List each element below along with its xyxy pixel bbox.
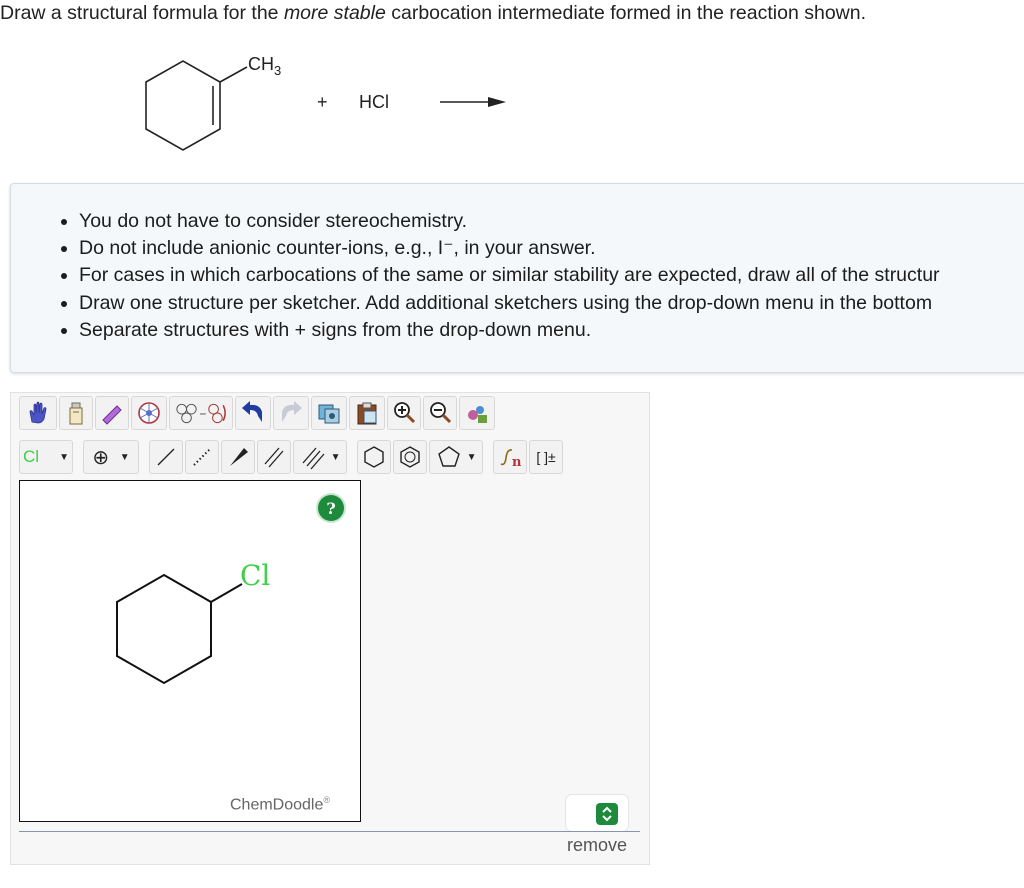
brand-name: ChemDoodle [230,796,324,814]
registered-mark: ® [323,795,331,805]
methylcyclohexene-structure [145,60,248,151]
cleanup-tool-button[interactable] [169,396,233,430]
instructions-list: You do not have to consider stereochemis… [11,208,940,344]
pan-tool-button[interactable] [19,396,57,430]
chevron-down-icon: ▼ [119,451,130,463]
toolbar-row-bottom: Cl ▼ ⊕ ▼ ▼ ▼ n []± [19,440,563,476]
undo-button[interactable] [235,396,271,430]
select-chevrons-icon [596,803,618,825]
zoom-out-icon [430,402,452,424]
cyclohexane-icon [364,446,384,468]
single-bond-button[interactable] [149,440,183,474]
cyclopentane-icon [437,446,460,467]
instruction-item: Draw one structure per sketcher. Add add… [79,290,940,317]
tools-icon [468,406,487,423]
chemdoodle-brand: ChemDoodle® [230,795,330,814]
ring-dropdown[interactable]: ▼ [429,440,483,474]
hand-icon [29,401,47,424]
reaction-scheme: CH3 + HCl [0,40,560,170]
settings-button[interactable] [459,396,495,430]
charge-dropdown[interactable]: ⊕ ▼ [83,440,139,474]
template-wheel-icon [138,402,160,424]
redo-button[interactable] [273,396,309,430]
clipboard-icon [357,402,377,425]
chlorine-atom-label[interactable]: Cl [240,559,270,592]
benzene-button[interactable] [393,440,427,474]
clear-can-icon [69,402,83,425]
cleanup-icon [176,403,226,424]
plus-sign: + [317,92,328,112]
bracket-charge-label: [ ]± [536,449,556,465]
question-text: Draw a structural formula for the more s… [0,1,1024,25]
eraser-tool-button[interactable] [95,396,129,430]
instructions-panel: You do not have to consider stereochemis… [10,183,1024,373]
instruction-item: Do not include anionic counter-ions, e.g… [79,235,940,262]
reagent-label: HCl [359,92,389,112]
sketcher-panel: Cl ▼ ⊕ ▼ ▼ ▼ n []± Cl ? ChemDoodle® rem… [10,392,650,865]
clear-tool-button[interactable] [59,396,93,430]
element-label: Cl [23,447,40,466]
template-tool-button[interactable] [131,396,167,430]
chevron-down-icon: ▼ [59,451,69,463]
element-dropdown[interactable]: Cl ▼ [19,440,73,474]
question-prefix: Draw a structural formula for the [0,2,284,24]
copy-icon [318,404,340,424]
sgroup-icon: n [500,449,522,470]
toolbar-row-top [19,396,495,432]
eraser-icon [102,405,122,425]
drawn-molecule-svg: Cl [116,559,270,685]
structure-operator-select[interactable] [566,795,628,831]
zoom-out-button[interactable] [423,396,457,430]
cyclohexane-button[interactable] [357,440,391,474]
hashed-bond-icon [193,448,211,466]
chevron-down-icon: ▼ [330,451,341,463]
double-bond-button[interactable] [257,440,291,474]
help-button[interactable]: ? [318,495,344,521]
instruction-item: For cases in which carbocations of the s… [79,262,940,289]
redo-arrow-icon [282,401,302,422]
zoom-in-icon [394,402,416,424]
question-suffix: carbocation intermediate formed in the r… [385,2,867,24]
remove-link[interactable]: remove [567,835,627,856]
instruction-item: You do not have to consider stereochemis… [79,208,940,235]
sketcher-divider [19,831,640,832]
undo-arrow-icon [242,401,262,422]
reaction-svg: CH3 + HCl [145,54,506,151]
hashed-bond-button[interactable] [185,440,219,474]
wedge-bond-button[interactable] [221,440,255,474]
bracket-button[interactable]: [ ]± [529,440,563,474]
question-emphasis: more stable [283,2,386,24]
triple-bond-icon [302,447,325,470]
svg-text:n: n [512,455,522,470]
wedge-bond-icon [230,448,248,466]
zoom-in-button[interactable] [387,396,421,430]
single-bond-icon [157,448,175,466]
paste-button[interactable] [349,396,385,430]
chevron-down-icon: ▼ [466,451,477,463]
charge-plus-icon: ⊕ [92,446,110,469]
methyl-label: CH3 [248,54,281,78]
reaction-arrow [440,97,506,107]
copy-button[interactable] [311,396,347,430]
sgroup-button[interactable]: n [493,440,527,474]
double-bond-icon [264,447,284,468]
benzene-icon [400,446,420,468]
chlorocyclohexane-structure [116,573,243,685]
instruction-item: Separate structures with + signs from th… [79,317,940,344]
sketcher-canvas[interactable]: Cl ? ChemDoodle® [19,480,361,822]
triple-bond-dropdown[interactable]: ▼ [293,440,347,474]
